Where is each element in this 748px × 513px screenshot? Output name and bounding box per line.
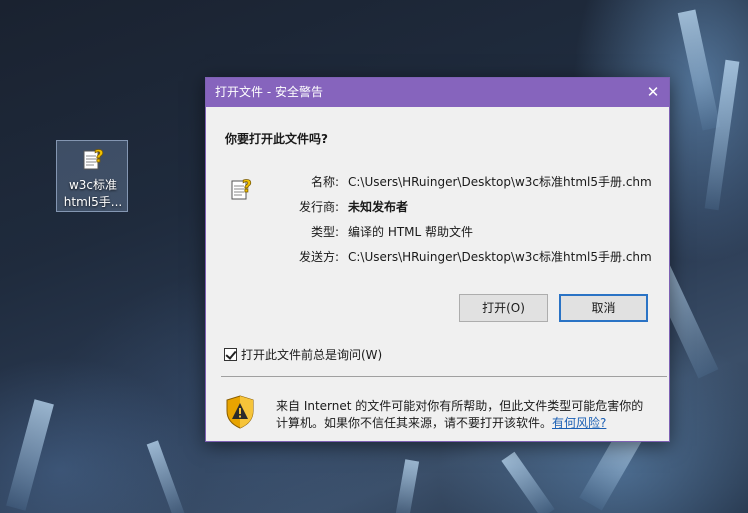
desktop-file-shortcut[interactable]: ? w3c标准 html5手... bbox=[56, 140, 128, 212]
svg-text:?: ? bbox=[242, 177, 252, 197]
help-file-icon: ? bbox=[229, 175, 255, 203]
always-ask-label[interactable]: 打开此文件前总是询问(W) bbox=[241, 347, 382, 363]
security-warning-dialog: 打开文件 - 安全警告 ✕ 你要打开此文件吗? ? 名称: C:\Users\H… bbox=[205, 77, 670, 442]
publisher-value: 未知发布者 bbox=[348, 200, 409, 214]
from-label: 发送方: bbox=[298, 250, 339, 264]
warning-text-line1: 来自 Internet 的文件可能对你有所帮助，但此文件类型可能危害你的 bbox=[276, 399, 644, 413]
svg-text:?: ? bbox=[94, 147, 104, 167]
publisher-label: 发行商: bbox=[298, 200, 339, 214]
desktop-icon-label-line1: w3c标准 bbox=[68, 178, 118, 192]
background-ice-shard bbox=[677, 9, 721, 131]
dialog-question: 你要打开此文件吗? bbox=[225, 132, 328, 146]
background-ice-shard bbox=[146, 440, 186, 513]
type-label: 类型: bbox=[310, 225, 339, 239]
risk-info-link[interactable]: 有何风险? bbox=[552, 416, 606, 430]
desktop-icon-label-line2: html5手... bbox=[63, 195, 123, 209]
background-ice-shard bbox=[6, 399, 54, 511]
dialog-titlebar[interactable]: 打开文件 - 安全警告 ✕ bbox=[206, 78, 669, 107]
checkmark-icon bbox=[225, 348, 237, 360]
shield-warning-icon bbox=[225, 395, 255, 429]
info-row-publisher: 发行商: 未知发布者 bbox=[266, 199, 666, 215]
close-icon[interactable]: ✕ bbox=[637, 78, 669, 107]
dialog-divider bbox=[221, 376, 667, 377]
background-ice-shard bbox=[501, 451, 555, 513]
warning-message: 来自 Internet 的文件可能对你有所帮助，但此文件类型可能危害你的 计算机… bbox=[276, 398, 661, 432]
dialog-title: 打开文件 - 安全警告 bbox=[215, 85, 323, 99]
open-button[interactable]: 打开(O) bbox=[459, 294, 548, 322]
info-row-name: 名称: C:\Users\HRuinger\Desktop\w3c标准html5… bbox=[266, 174, 666, 190]
desktop-background: ? w3c标准 html5手... 打开文件 - 安全警告 ✕ 你要打开此文件吗… bbox=[0, 0, 748, 513]
info-row-type: 类型: 编译的 HTML 帮助文件 bbox=[266, 224, 666, 240]
background-ice-shard bbox=[394, 459, 420, 513]
warning-text-line2: 计算机。如果你不信任其来源，请不要打开该软件。 bbox=[276, 416, 553, 430]
help-file-icon: ? bbox=[81, 145, 107, 173]
name-label: 名称: bbox=[310, 175, 339, 189]
name-value: C:\Users\HRuinger\Desktop\w3c标准html5手册.c… bbox=[348, 175, 652, 189]
always-ask-checkbox[interactable] bbox=[224, 348, 237, 361]
desktop-icon-label: w3c标准 html5手... bbox=[57, 177, 129, 211]
from-value: C:\Users\HRuinger\Desktop\w3c标准html5手册.c… bbox=[348, 250, 652, 264]
warning-text-line2-container: 计算机。如果你不信任其来源，请不要打开该软件。有何风险? bbox=[276, 415, 661, 432]
type-value: 编译的 HTML 帮助文件 bbox=[348, 225, 474, 239]
cancel-button[interactable]: 取消 bbox=[559, 294, 648, 322]
info-row-from: 发送方: C:\Users\HRuinger\Desktop\w3c标准html… bbox=[266, 249, 666, 265]
